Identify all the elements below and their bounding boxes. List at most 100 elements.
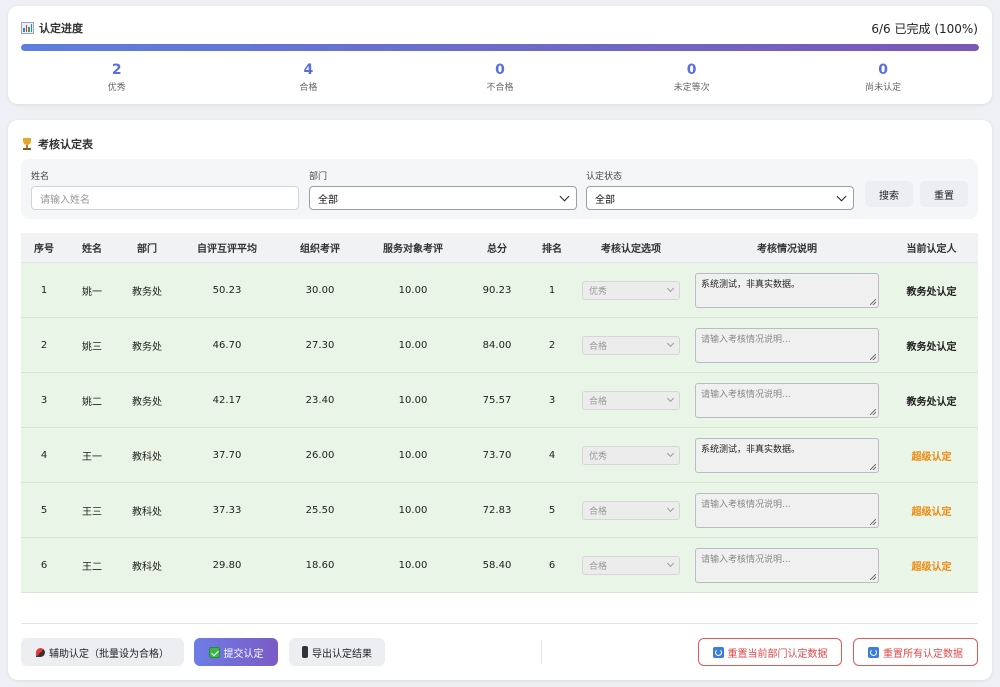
cell-current-assessor: 教务处认定 <box>885 263 978 317</box>
cell-index: 5 <box>40 504 48 516</box>
stat-label: 未定等次 <box>673 83 710 93</box>
assist-assess-button[interactable]: 辅助认定（批量设为合格） <box>21 638 184 666</box>
cell-name: 姚二 <box>82 396 102 408</box>
progress-bar <box>21 44 979 51</box>
option-value: 合格 <box>589 396 608 407</box>
cell-dept: 教科处 <box>132 561 162 573</box>
cell-org-score: 23.40 <box>305 394 335 406</box>
table-body: 1 姚一 教务处 50.23 30.00 10.00 90.23 1 优秀 系统测试，非真实数据。… <box>21 263 978 593</box>
pushpin-icon <box>36 647 45 657</box>
chevron-down-icon <box>559 191 570 201</box>
resize-grip-icon[interactable] <box>870 408 876 415</box>
footer-divider <box>21 623 978 624</box>
cell-self-peer-avg: 37.33 <box>212 504 242 516</box>
cell-dept: 教务处 <box>132 396 162 408</box>
stat-label: 不合格 <box>486 83 514 93</box>
cell-option: 合格 <box>573 483 689 537</box>
assessor-label: 教务处认定 <box>906 286 957 298</box>
assessment-option-select[interactable]: 合格 <box>582 500 680 520</box>
note-textarea[interactable]: 系统测试，非真实数据。 <box>695 272 879 308</box>
resize-grip-icon[interactable] <box>870 353 876 360</box>
dept-filter-label: 部门 <box>309 172 328 182</box>
assessment-option-select[interactable]: 合格 <box>582 335 680 355</box>
cell-option: 合格 <box>573 318 689 372</box>
cell-current-assessor: 教务处认定 <box>885 373 978 427</box>
status-select-value: 全部 <box>595 194 615 206</box>
stat-label: 优秀 <box>107 83 126 93</box>
progress-summary: 6/6 已完成 (100%) <box>871 21 978 36</box>
cell-index: 1 <box>40 284 48 296</box>
dept-filter: 部门 全部 <box>309 169 577 210</box>
assessor-label: 教务处认定 <box>906 396 957 408</box>
cell-org-score: 26.00 <box>305 449 335 461</box>
resize-grip-icon[interactable] <box>870 463 876 470</box>
cell-service-score: 10.00 <box>398 449 428 461</box>
note-textarea[interactable]: 请输入考核情况说明... <box>695 382 879 418</box>
cell-total: 73.70 <box>482 449 512 461</box>
assessment-table: 序号 姓名 部门 自评互评平均 组织考评 服务对象考评 总分 排名 考核认定选项… <box>21 233 978 593</box>
progress-card: 认定进度 6/6 已完成 (100%) 2 优秀 4 合格 0 不合格 0 未定… <box>8 6 992 104</box>
assessment-title: 考核认定表 <box>38 138 93 151</box>
resize-grip-icon[interactable] <box>870 518 876 525</box>
note-textarea[interactable]: 系统测试，非真实数据。 <box>695 437 879 473</box>
cell-org-score: 30.00 <box>305 284 335 296</box>
refresh-icon <box>712 646 724 658</box>
cell-note: 请输入考核情况说明... <box>689 538 885 592</box>
stat-label: 合格 <box>299 83 318 93</box>
assessor-label: 教务处认定 <box>906 341 957 353</box>
stat-value: 0 <box>878 62 889 78</box>
name-input[interactable]: 请输入姓名 <box>31 186 299 210</box>
bar-chart-icon <box>21 22 34 34</box>
cell-current-assessor: 超级认定 <box>885 483 978 537</box>
status-filter-label: 认定状态 <box>586 172 623 182</box>
assessment-option-select[interactable]: 合格 <box>582 555 680 575</box>
cell-dept: 教务处 <box>132 341 162 353</box>
cell-self-peer-avg: 37.70 <box>212 449 242 461</box>
resize-grip-icon[interactable] <box>870 573 876 580</box>
search-button[interactable]: 搜索 <box>865 181 913 207</box>
cell-self-peer-avg: 29.80 <box>212 559 242 571</box>
reset-all-button[interactable]: 重置所有认定数据 <box>853 638 978 666</box>
note-textarea[interactable]: 请输入考核情况说明... <box>695 492 879 528</box>
chevron-down-icon <box>836 191 847 201</box>
cell-total: 90.23 <box>482 284 512 296</box>
submit-label: 提交认定 <box>223 648 264 660</box>
reset-filter-button[interactable]: 重置 <box>920 181 968 207</box>
export-button[interactable]: 导出认定结果 <box>289 638 385 666</box>
cell-option: 合格 <box>573 373 689 427</box>
assessment-option-select[interactable]: 合格 <box>582 390 680 410</box>
dept-select[interactable]: 全部 <box>309 186 577 210</box>
cell-name: 姚一 <box>82 286 102 298</box>
status-select[interactable]: 全部 <box>586 186 854 210</box>
chevron-down-icon <box>666 339 675 348</box>
cell-total: 75.57 <box>482 394 512 406</box>
cell-dept: 教务处 <box>132 286 162 298</box>
cell-note: 请输入考核情况说明... <box>689 318 885 372</box>
chevron-down-icon <box>666 449 675 458</box>
name-filter-label: 姓名 <box>31 172 50 182</box>
cell-dept: 教科处 <box>132 506 162 518</box>
reset-dept-button[interactable]: 重置当前部门认定数据 <box>698 638 842 666</box>
cell-note: 请输入考核情况说明... <box>689 483 885 537</box>
note-text: 请输入考核情况说明... <box>701 389 791 400</box>
assessment-option-select[interactable]: 优秀 <box>582 445 680 465</box>
cell-index: 2 <box>40 339 48 351</box>
cell-service-score: 10.00 <box>398 339 428 351</box>
resize-grip-icon[interactable] <box>870 298 876 305</box>
cell-service-score: 10.00 <box>398 394 428 406</box>
note-textarea[interactable]: 请输入考核情况说明... <box>695 327 879 363</box>
cell-current-assessor: 超级认定 <box>885 428 978 482</box>
stat-label: 尚未认定 <box>865 83 902 93</box>
dept-select-value: 全部 <box>318 194 338 206</box>
assessment-option-select[interactable]: 优秀 <box>582 280 680 300</box>
cell-org-score: 25.50 <box>305 504 335 516</box>
stat-value: 2 <box>111 62 122 78</box>
reset-all-label: 重置所有认定数据 <box>883 648 963 660</box>
name-filter: 姓名 请输入姓名 <box>31 169 299 210</box>
cell-service-score: 10.00 <box>398 504 428 516</box>
note-text: 请输入考核情况说明... <box>701 334 791 345</box>
note-textarea[interactable]: 请输入考核情况说明... <box>695 547 879 583</box>
note-text: 请输入考核情况说明... <box>701 499 791 510</box>
submit-button[interactable]: 提交认定 <box>194 638 278 666</box>
cell-note: 系统测试，非真实数据。 <box>689 428 885 482</box>
